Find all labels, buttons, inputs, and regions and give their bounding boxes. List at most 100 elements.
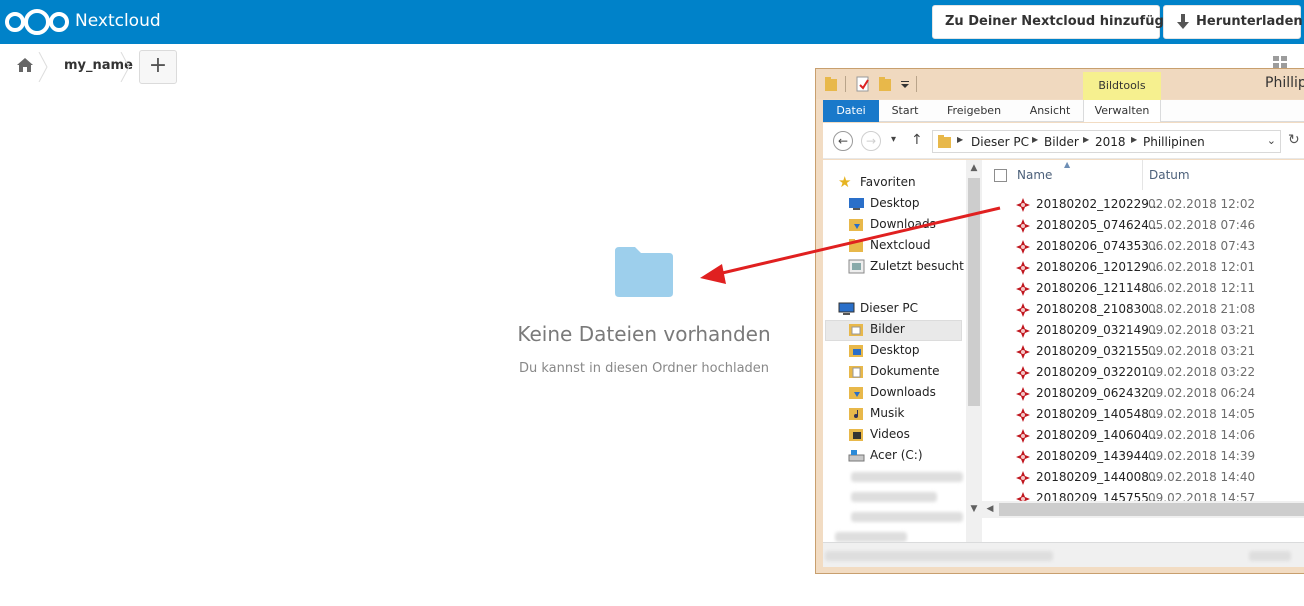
forward-button[interactable]: →: [861, 131, 881, 151]
computer-icon: [838, 302, 855, 315]
image-file-icon: [1016, 387, 1030, 401]
address-separator: ▶: [957, 135, 964, 144]
scroll-down-icon[interactable]: ▼: [966, 504, 982, 514]
file-row[interactable]: 20180208_210830... 08.02.2018 21:08: [982, 299, 1304, 320]
file-row[interactable]: 20180209_143944... 09.02.2018 14:39: [982, 446, 1304, 467]
explorer-titlebar[interactable]: Bildtools Phillip: [816, 69, 1304, 102]
scrollbar-thumb[interactable]: [999, 503, 1304, 516]
ribbon-tabs: Datei Start Freigeben Ansicht Verwalten: [823, 100, 1304, 122]
home-icon[interactable]: [16, 57, 34, 73]
file-date: 09.02.2018 14:40: [1148, 470, 1256, 484]
address-bilder[interactable]: Bilder: [1044, 135, 1079, 149]
file-name: 20180209_032149...: [1036, 323, 1161, 337]
customize-quick-access-icon[interactable]: [900, 76, 910, 92]
file-date: 02.02.2018 12:02: [1148, 197, 1256, 211]
nextcloud-logo[interactable]: [5, 7, 69, 37]
image-file-icon: [1016, 366, 1030, 380]
address-separator: ▶: [1083, 135, 1090, 144]
downloads-icon: [849, 219, 863, 231]
image-file-icon: [1016, 324, 1030, 338]
file-name: 20180209_140604...: [1036, 428, 1161, 442]
scroll-left-icon[interactable]: ◀: [982, 504, 998, 514]
file-date: 09.02.2018 03:21: [1148, 344, 1256, 358]
drive-icon: [848, 450, 865, 462]
back-button[interactable]: ←: [833, 131, 853, 151]
image-file-icon: [1016, 198, 1030, 212]
documents-folder-icon: [849, 366, 863, 378]
star-icon: ★: [838, 173, 852, 191]
column-header-date[interactable]: Datum: [1142, 160, 1304, 190]
file-name: 20180209_140548...: [1036, 407, 1161, 421]
tab-datei[interactable]: Datei: [823, 100, 879, 122]
file-date: 09.02.2018 03:22: [1148, 365, 1256, 379]
address-phillipinen[interactable]: Phillipinen: [1143, 135, 1205, 149]
tab-ansicht[interactable]: Ansicht: [1019, 100, 1081, 122]
file-date: 08.02.2018 21:08: [1148, 302, 1256, 316]
folder-icon: [615, 247, 673, 297]
file-date: 09.02.2018 03:21: [1148, 323, 1256, 337]
file-row[interactable]: 20180209_144008... 09.02.2018 14:40: [982, 467, 1304, 488]
download-icon: [1177, 14, 1189, 29]
downloads-folder-icon: [849, 387, 863, 399]
image-file-icon: [1016, 345, 1030, 359]
blurred-nav-item: [851, 492, 937, 502]
file-name: 20180209_062432...: [1036, 386, 1161, 400]
empty-state-title: Keine Dateien vorhanden: [517, 322, 771, 346]
file-pane-horizontal-scrollbar[interactable]: ◀: [982, 501, 1304, 518]
file-row[interactable]: 20180205_074624... 05.02.2018 07:46: [982, 215, 1304, 236]
up-arrow-icon[interactable]: ↑: [911, 132, 923, 148]
image-file-icon: [1016, 240, 1030, 254]
file-name: 20180206_120129...: [1036, 260, 1161, 274]
file-row[interactable]: 20180209_140604... 09.02.2018 14:06: [982, 425, 1304, 446]
address-2018[interactable]: 2018: [1095, 135, 1126, 149]
file-row[interactable]: 20180209_140548... 09.02.2018 14:05: [982, 404, 1304, 425]
breadcrumb-separator: [38, 52, 48, 82]
file-date: 06.02.2018 12:01: [1148, 260, 1256, 274]
address-bar[interactable]: ▶ Dieser PC ▶ Bilder ▶ 2018 ▶ Phillipine…: [932, 130, 1281, 153]
file-row[interactable]: 20180206_074353... 06.02.2018 07:43: [982, 236, 1304, 257]
download-button[interactable]: Herunterladen: [1163, 5, 1303, 39]
tab-verwalten[interactable]: Verwalten: [1083, 100, 1161, 122]
address-separator: ▶: [1131, 135, 1138, 144]
file-date: 09.02.2018 14:05: [1148, 407, 1256, 421]
tab-freigeben[interactable]: Freigeben: [938, 100, 1010, 122]
image-file-icon: [1016, 219, 1030, 233]
image-file-icon: [1016, 282, 1030, 296]
image-file-icon: [1016, 261, 1030, 275]
properties-icon[interactable]: [856, 76, 870, 92]
blurred-status-text: [825, 551, 1053, 561]
app-title: Nextcloud: [75, 11, 161, 31]
nav-pane-scrollbar[interactable]: ▲ ▼: [966, 160, 982, 553]
new-file-button[interactable]: +: [139, 50, 177, 84]
address-dieser-pc[interactable]: Dieser PC: [971, 135, 1029, 149]
column-header-name[interactable]: Name: [1017, 160, 1137, 190]
file-row[interactable]: 20180206_121148... 06.02.2018 12:11: [982, 278, 1304, 299]
select-all-checkbox[interactable]: [994, 169, 1007, 182]
bildtools-context-tab[interactable]: Bildtools: [1083, 72, 1161, 102]
file-name: 20180205_074624...: [1036, 218, 1161, 232]
new-folder-icon[interactable]: [878, 76, 892, 92]
file-date: 05.02.2018 07:46: [1148, 218, 1256, 232]
blurred-nav-item: [851, 472, 963, 482]
blurred-nav-item: [835, 532, 907, 542]
file-row[interactable]: 20180209_032149... 09.02.2018 03:21: [982, 320, 1304, 341]
file-row[interactable]: 20180209_032155... 09.02.2018 03:21: [982, 341, 1304, 362]
address-dropdown-icon[interactable]: ⌄: [1267, 134, 1276, 147]
file-name: 20180206_121148...: [1036, 281, 1161, 295]
image-file-icon: [1016, 429, 1030, 443]
file-row[interactable]: 20180202_120229... 02.02.2018 12:02: [982, 194, 1304, 215]
add-to-nextcloud-button[interactable]: Zu Deiner Nextcloud hinzufügen: [932, 5, 1182, 39]
app-header: Nextcloud Zu Deiner Nextcloud hinzufügen…: [0, 0, 1304, 44]
file-row[interactable]: 20180209_062432... 09.02.2018 06:24: [982, 383, 1304, 404]
tab-start[interactable]: Start: [882, 100, 928, 122]
file-row[interactable]: 20180209_032201... 09.02.2018 03:22: [982, 362, 1304, 383]
file-date: 09.02.2018 06:24: [1148, 386, 1256, 400]
scroll-up-icon[interactable]: ▲: [966, 163, 982, 173]
refresh-icon[interactable]: ↻: [1288, 132, 1300, 148]
scrollbar-thumb[interactable]: [968, 178, 980, 406]
download-button-label: Herunterladen: [1196, 14, 1303, 29]
grid-view-icon[interactable]: [1273, 56, 1288, 68]
explorer-window-title: Phillip: [1265, 75, 1304, 91]
file-row[interactable]: 20180206_120129... 06.02.2018 12:01: [982, 257, 1304, 278]
recent-locations-icon[interactable]: ▾: [891, 134, 896, 145]
